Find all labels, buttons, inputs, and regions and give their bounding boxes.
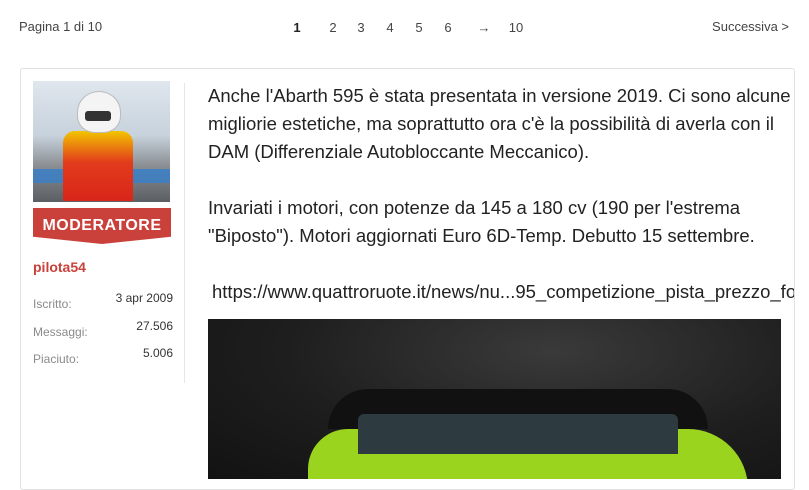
- pagination: 1 2 3 4 5 6 → 10: [285, 20, 528, 35]
- page-jump-arrow[interactable]: →: [464, 20, 504, 35]
- forum-post: MODERATORE pilota54 Iscritto: 3 apr 2009…: [20, 68, 795, 490]
- article-link[interactable]: https://www.quattroruote.it/news/nu...95…: [208, 278, 794, 306]
- stat-label: Piaciuto:: [33, 352, 80, 366]
- page-link-10[interactable]: 10: [504, 20, 528, 35]
- user-stats: Iscritto: 3 apr 2009 Messaggi: 27.506 Pi…: [33, 291, 173, 374]
- page-link-2[interactable]: 2: [318, 20, 348, 35]
- user-info: MODERATORE pilota54 Iscritto: 3 apr 2009…: [33, 81, 173, 374]
- column-divider: [184, 83, 185, 383]
- stat-row-messages: Messaggi: 27.506: [33, 319, 173, 347]
- car-photo[interactable]: [208, 319, 781, 479]
- page-link-1[interactable]: 1: [285, 20, 309, 35]
- post-paragraph: Invariati i motori, con potenze da 145 a…: [208, 197, 755, 246]
- stat-value: 27.506: [136, 318, 173, 333]
- next-page-link[interactable]: Successiva >: [712, 19, 789, 34]
- page-link-3[interactable]: 3: [348, 20, 374, 35]
- page-summary: Pagina 1 di 10: [19, 19, 103, 34]
- stat-label: Messaggi:: [33, 324, 88, 339]
- post-content: Anche l'Abarth 595 è stata presentata in…: [208, 82, 794, 479]
- stat-value: 5.006: [142, 346, 173, 360]
- stat-row-joined: Iscritto: 3 apr 2009: [33, 291, 173, 319]
- page-link-5[interactable]: 5: [406, 20, 432, 35]
- post-paragraph: Anche l'Abarth 595 è stata presentata in…: [208, 85, 791, 162]
- page-link-6[interactable]: 6: [432, 20, 464, 35]
- stat-label: Iscritto:: [33, 297, 72, 311]
- avatar[interactable]: [33, 81, 170, 202]
- username-link[interactable]: pilota54: [33, 259, 173, 275]
- moderator-badge: MODERATORE: [33, 208, 171, 244]
- page-link-4[interactable]: 4: [374, 20, 406, 35]
- stat-value: 3 apr 2009: [115, 291, 173, 305]
- stat-row-likes: Piaciuto: 5.006: [33, 346, 173, 374]
